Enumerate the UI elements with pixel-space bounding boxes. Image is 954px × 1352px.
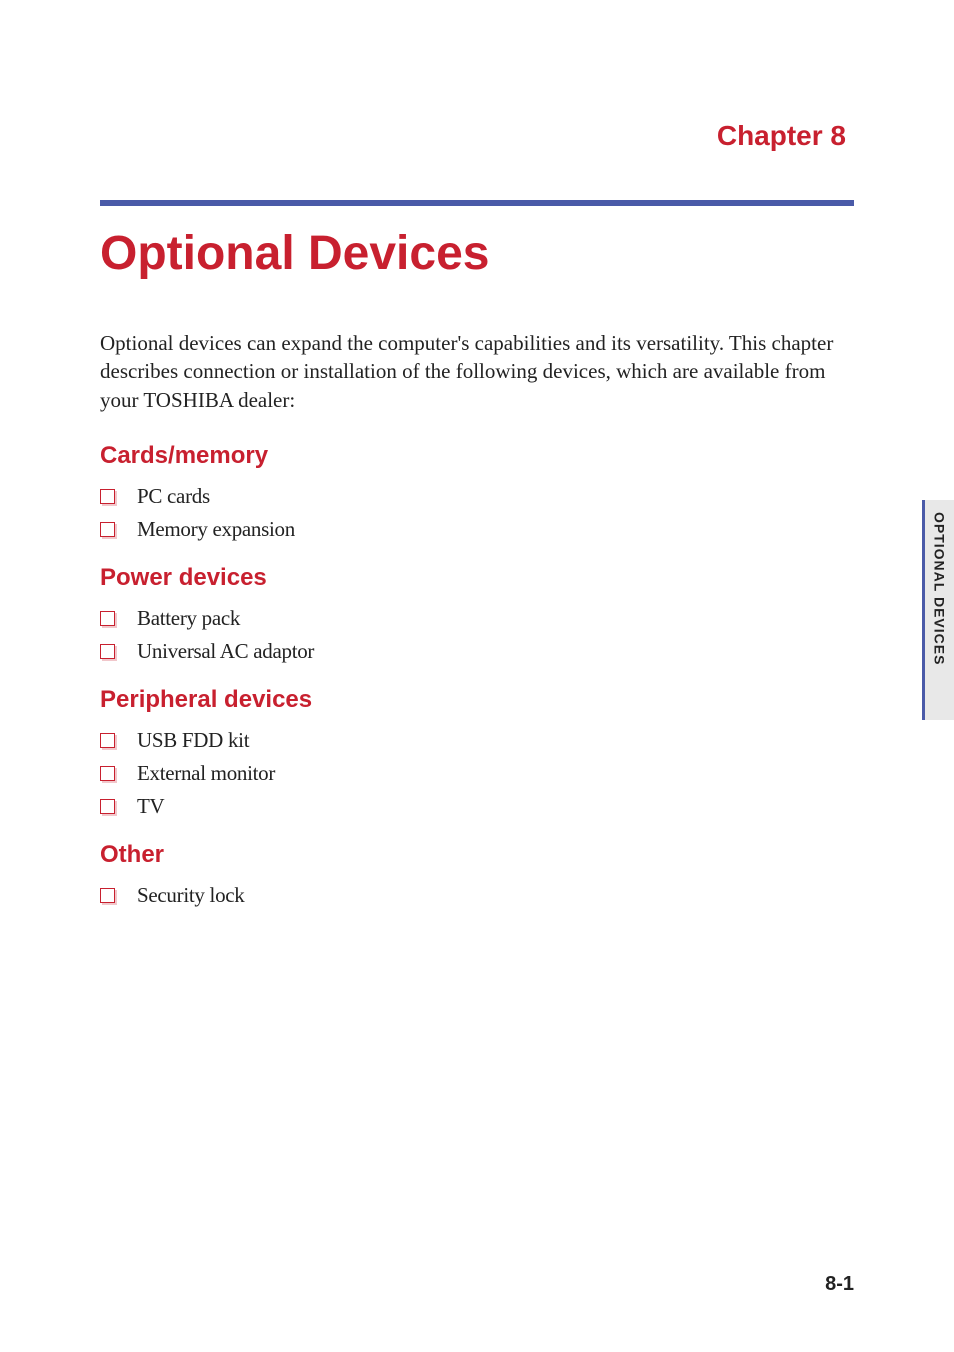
- square-bullet-icon: [100, 611, 115, 626]
- page-container: Chapter 8 Optional Devices Optional devi…: [0, 0, 954, 1352]
- square-bullet-icon: [100, 733, 115, 748]
- section-heading-peripheral-devices: Peripheral devices: [100, 686, 854, 714]
- square-bullet-icon: [100, 766, 115, 781]
- page-number: 8-1: [825, 1273, 854, 1296]
- list-other: Security lock: [100, 883, 854, 908]
- list-item: TV: [100, 794, 854, 819]
- list-item-text: Security lock: [137, 883, 245, 908]
- list-item-text: Memory expansion: [137, 517, 295, 542]
- list-item: USB FDD kit: [100, 728, 854, 753]
- list-item-text: Battery pack: [137, 606, 240, 631]
- intro-paragraph: Optional devices can expand the computer…: [100, 329, 854, 414]
- list-peripheral-devices: USB FDD kit External monitor TV: [100, 728, 854, 819]
- list-item-text: TV: [137, 794, 164, 819]
- list-item: Memory expansion: [100, 517, 854, 542]
- square-bullet-icon: [100, 644, 115, 659]
- section-heading-other: Other: [100, 841, 854, 869]
- list-item-text: External monitor: [137, 761, 275, 786]
- list-item-text: USB FDD kit: [137, 728, 249, 753]
- list-item: Security lock: [100, 883, 854, 908]
- list-item-text: PC cards: [137, 484, 210, 509]
- list-power-devices: Battery pack Universal AC adaptor: [100, 606, 854, 664]
- horizontal-rule: [100, 200, 854, 206]
- section-heading-power-devices: Power devices: [100, 564, 854, 592]
- square-bullet-icon: [100, 799, 115, 814]
- page-title: Optional Devices: [100, 226, 854, 281]
- chapter-label: Chapter 8: [100, 120, 854, 152]
- square-bullet-icon: [100, 522, 115, 537]
- list-item: External monitor: [100, 761, 854, 786]
- square-bullet-icon: [100, 888, 115, 903]
- square-bullet-icon: [100, 489, 115, 504]
- list-item: Battery pack: [100, 606, 854, 631]
- section-heading-cards-memory: Cards/memory: [100, 442, 854, 470]
- side-tab-label: OPTIONAL DEVICES: [932, 512, 948, 665]
- list-item: PC cards: [100, 484, 854, 509]
- list-cards-memory: PC cards Memory expansion: [100, 484, 854, 542]
- list-item-text: Universal AC adaptor: [137, 639, 314, 664]
- side-tab: OPTIONAL DEVICES: [922, 500, 954, 720]
- list-item: Universal AC adaptor: [100, 639, 854, 664]
